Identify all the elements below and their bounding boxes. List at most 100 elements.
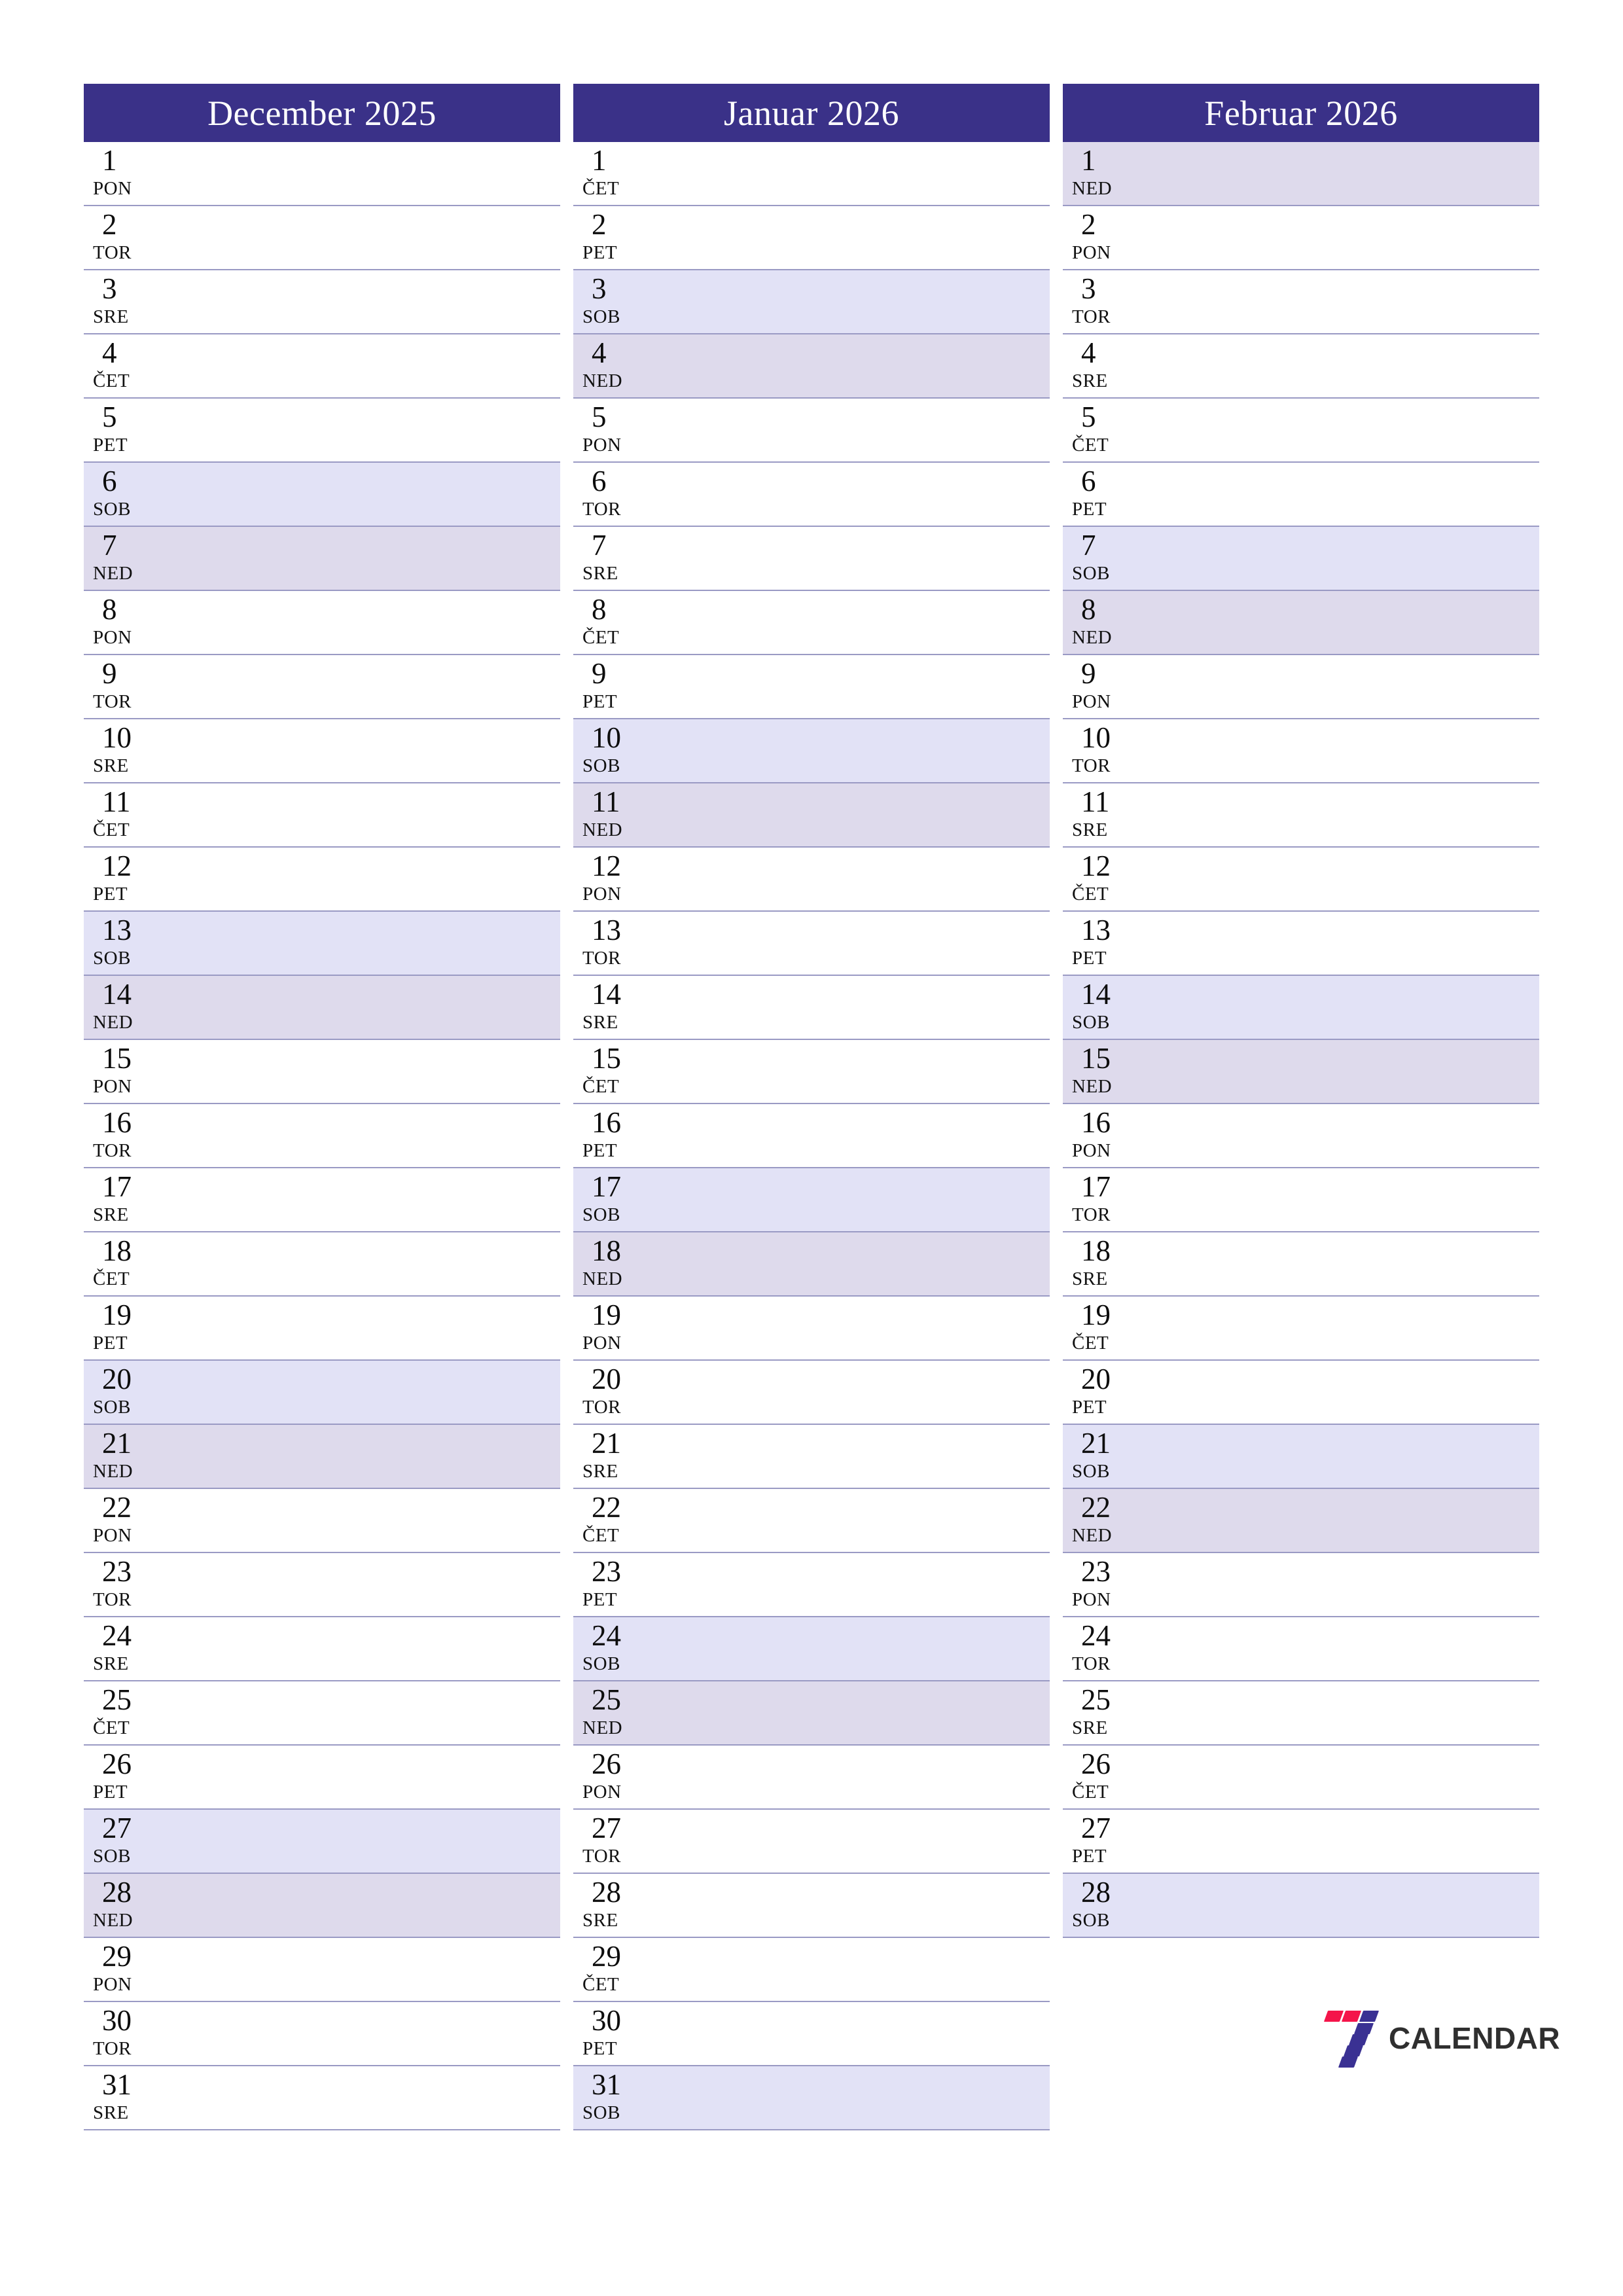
day-row[interactable]: 10 SOB xyxy=(573,719,1050,783)
day-row[interactable]: 8 PON xyxy=(84,591,560,655)
day-note-area[interactable] xyxy=(678,270,1050,333)
day-row[interactable]: 25 NED xyxy=(573,1681,1050,1746)
day-note-area[interactable] xyxy=(678,463,1050,526)
day-note-area[interactable] xyxy=(188,1232,560,1295)
day-row[interactable]: 23 TOR xyxy=(84,1553,560,1617)
day-note-area[interactable] xyxy=(1168,976,1539,1039)
day-note-area[interactable] xyxy=(678,206,1050,269)
day-note-area[interactable] xyxy=(1168,912,1539,975)
day-row[interactable]: 26 PON xyxy=(573,1746,1050,1810)
day-row[interactable]: 29 PON xyxy=(84,1938,560,2002)
day-row[interactable]: 16 TOR xyxy=(84,1104,560,1168)
day-row[interactable]: 17 SOB xyxy=(573,1168,1050,1232)
day-note-area[interactable] xyxy=(188,2002,560,2065)
day-note-area[interactable] xyxy=(678,1681,1050,1744)
day-row[interactable]: 7 SRE xyxy=(573,527,1050,591)
day-note-area[interactable] xyxy=(1168,334,1539,397)
day-note-area[interactable] xyxy=(678,1168,1050,1231)
day-row[interactable]: 2 PON xyxy=(1063,206,1539,270)
day-note-area[interactable] xyxy=(1168,848,1539,910)
day-row[interactable]: 26 PET xyxy=(84,1746,560,1810)
day-note-area[interactable] xyxy=(188,1553,560,1616)
day-note-area[interactable] xyxy=(1168,1617,1539,1680)
day-note-area[interactable] xyxy=(188,1040,560,1103)
day-note-area[interactable] xyxy=(1168,399,1539,461)
day-row[interactable]: 9 TOR xyxy=(84,655,560,719)
day-note-area[interactable] xyxy=(678,1746,1050,1808)
day-note-area[interactable] xyxy=(1168,1810,1539,1873)
day-row[interactable]: 22 PON xyxy=(84,1489,560,1553)
day-note-area[interactable] xyxy=(188,1681,560,1744)
day-row[interactable]: 3 SOB xyxy=(573,270,1050,334)
day-note-area[interactable] xyxy=(1168,1104,1539,1167)
day-row[interactable]: 24 TOR xyxy=(1063,1617,1539,1681)
day-note-area[interactable] xyxy=(1168,527,1539,590)
day-note-area[interactable] xyxy=(678,1617,1050,1680)
day-row[interactable]: 12 ČET xyxy=(1063,848,1539,912)
day-row[interactable]: 24 SRE xyxy=(84,1617,560,1681)
day-row[interactable]: 9 PET xyxy=(573,655,1050,719)
day-note-area[interactable] xyxy=(188,1874,560,1937)
day-note-area[interactable] xyxy=(678,1040,1050,1103)
day-note-area[interactable] xyxy=(678,655,1050,718)
day-note-area[interactable] xyxy=(678,1425,1050,1488)
day-row[interactable]: 23 PON xyxy=(1063,1553,1539,1617)
day-row[interactable]: 31 SOB xyxy=(573,2066,1050,2130)
day-row[interactable]: 5 PON xyxy=(573,399,1050,463)
day-note-area[interactable] xyxy=(1168,1874,1539,1937)
day-note-area[interactable] xyxy=(188,1104,560,1167)
day-row[interactable]: 21 SRE xyxy=(573,1425,1050,1489)
day-row[interactable]: 3 SRE xyxy=(84,270,560,334)
day-note-area[interactable] xyxy=(678,1361,1050,1424)
day-row[interactable]: 25 ČET xyxy=(84,1681,560,1746)
day-row[interactable]: 30 PET xyxy=(573,2002,1050,2066)
day-row[interactable]: 22 ČET xyxy=(573,1489,1050,1553)
day-note-area[interactable] xyxy=(678,1104,1050,1167)
day-row[interactable]: 15 NED xyxy=(1063,1040,1539,1104)
day-note-area[interactable] xyxy=(188,1489,560,1552)
day-note-area[interactable] xyxy=(678,399,1050,461)
day-row[interactable]: 6 PET xyxy=(1063,463,1539,527)
day-note-area[interactable] xyxy=(188,463,560,526)
day-row[interactable]: 28 SOB xyxy=(1063,1874,1539,1938)
day-row[interactable]: 27 SOB xyxy=(84,1810,560,1874)
day-row[interactable]: 7 NED xyxy=(84,527,560,591)
day-note-area[interactable] xyxy=(188,1361,560,1424)
day-row[interactable]: 20 SOB xyxy=(84,1361,560,1425)
day-row[interactable]: 16 PON xyxy=(1063,1104,1539,1168)
day-note-area[interactable] xyxy=(188,1617,560,1680)
day-note-area[interactable] xyxy=(188,1297,560,1359)
day-row[interactable]: 5 ČET xyxy=(1063,399,1539,463)
day-note-area[interactable] xyxy=(678,527,1050,590)
day-note-area[interactable] xyxy=(1168,719,1539,782)
day-note-area[interactable] xyxy=(188,1938,560,2001)
day-row[interactable]: 4 ČET xyxy=(84,334,560,399)
day-row[interactable]: 23 PET xyxy=(573,1553,1050,1617)
day-row[interactable]: 19 ČET xyxy=(1063,1297,1539,1361)
day-row[interactable]: 25 SRE xyxy=(1063,1681,1539,1746)
day-row[interactable]: 11 SRE xyxy=(1063,783,1539,848)
day-note-area[interactable] xyxy=(1168,463,1539,526)
day-note-area[interactable] xyxy=(678,1874,1050,1937)
day-note-area[interactable] xyxy=(678,976,1050,1039)
day-row[interactable]: 4 SRE xyxy=(1063,334,1539,399)
day-note-area[interactable] xyxy=(188,1168,560,1231)
day-note-area[interactable] xyxy=(188,1425,560,1488)
day-row[interactable]: 14 SOB xyxy=(1063,976,1539,1040)
day-row[interactable]: 11 NED xyxy=(573,783,1050,848)
day-note-area[interactable] xyxy=(188,912,560,975)
day-row[interactable]: 24 SOB xyxy=(573,1617,1050,1681)
day-row[interactable]: 31 SRE xyxy=(84,2066,560,2130)
day-row[interactable]: 20 TOR xyxy=(573,1361,1050,1425)
day-row[interactable]: 2 TOR xyxy=(84,206,560,270)
day-note-area[interactable] xyxy=(188,334,560,397)
day-note-area[interactable] xyxy=(1168,142,1539,205)
day-row[interactable]: 13 PET xyxy=(1063,912,1539,976)
day-note-area[interactable] xyxy=(188,848,560,910)
day-note-area[interactable] xyxy=(678,1938,1050,2001)
day-row[interactable]: 28 SRE xyxy=(573,1874,1050,1938)
day-note-area[interactable] xyxy=(1168,270,1539,333)
day-row[interactable]: 10 SRE xyxy=(84,719,560,783)
day-note-area[interactable] xyxy=(188,783,560,846)
day-row[interactable]: 18 ČET xyxy=(84,1232,560,1297)
